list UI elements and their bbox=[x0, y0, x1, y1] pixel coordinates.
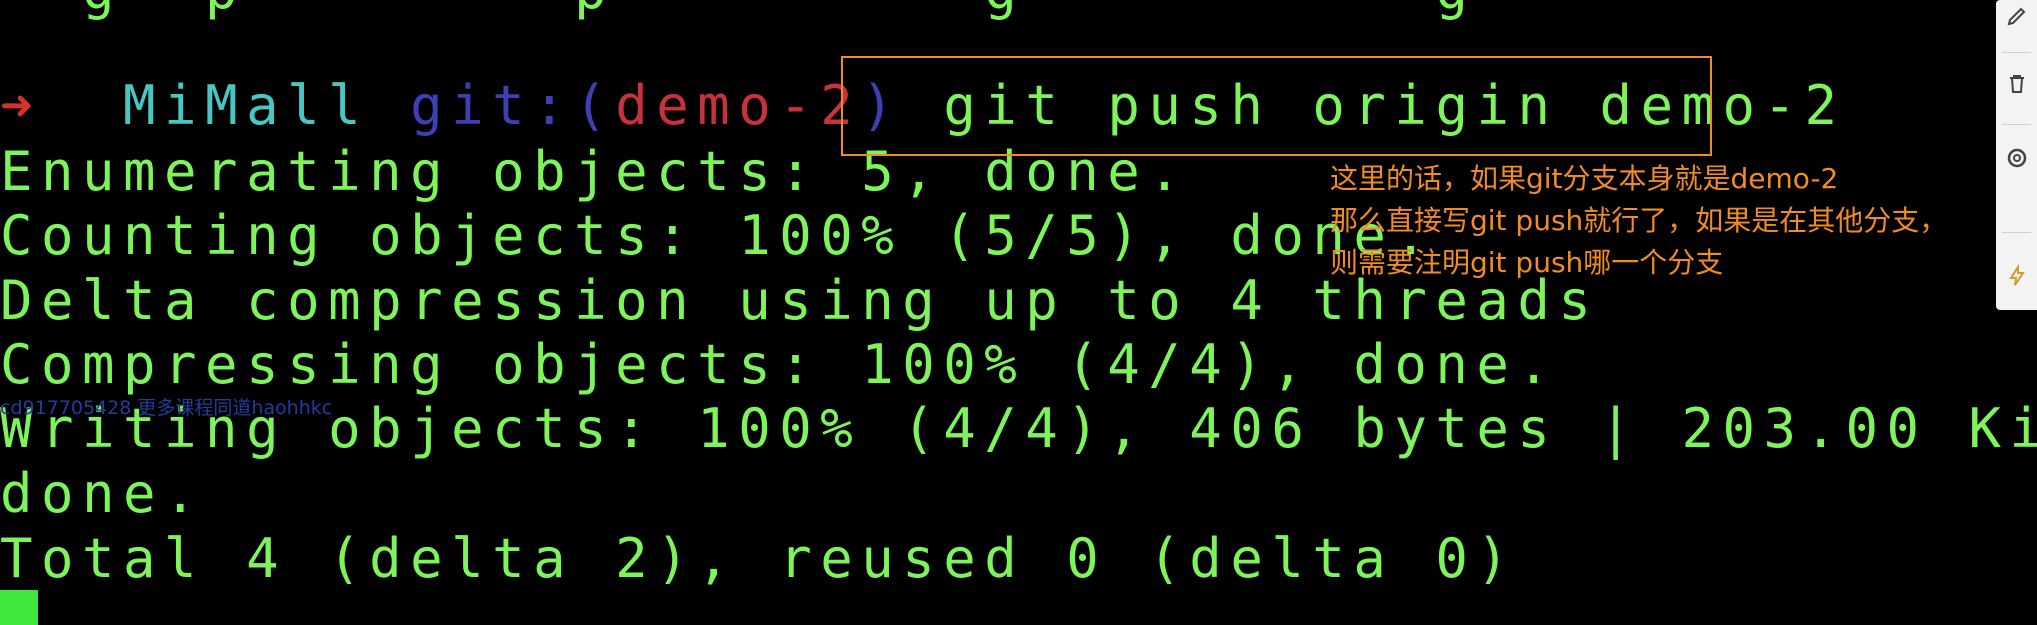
watermark: cd917705428 更多课程同道haohhkc bbox=[0, 397, 333, 419]
prompt-arrow-icon: ➜ bbox=[0, 74, 42, 137]
bolt-icon[interactable] bbox=[2003, 262, 2031, 290]
toolbar-divider bbox=[2002, 124, 2031, 125]
prompt-branch: demo-2 bbox=[615, 74, 862, 137]
prompt-directory: MiMall bbox=[123, 74, 370, 137]
annotation-line: 那么直接写git push就行了，如果是在其他分支， bbox=[1330, 204, 1948, 237]
annotation-note: 这里的话，如果git分支本身就是demo-2 那么直接写git push就行了，… bbox=[1330, 158, 1947, 284]
terminal-screen: g p p g g ➜ MiMall git:(demo-2) git push… bbox=[0, 0, 2037, 625]
output-line: Total 4 (delta 2), reused 0 (delta 0) bbox=[0, 527, 1518, 590]
edit-icon[interactable] bbox=[2003, 2, 2031, 30]
output-line: done. bbox=[0, 462, 206, 525]
annotation-line: 这里的话，如果git分支本身就是demo-2 bbox=[1330, 162, 1839, 195]
output-line: Compressing objects: 100% (4/4), done. bbox=[0, 333, 1559, 396]
prompt-open-paren: ( bbox=[574, 74, 616, 137]
output-line: Counting objects: 100% (5/5), done. bbox=[0, 204, 1436, 267]
annotation-line: 则需要注明git push哪一个分支 bbox=[1330, 246, 1724, 279]
partial-output-line: g p p g g bbox=[0, 0, 1476, 22]
prompt-git-label: git: bbox=[410, 74, 575, 137]
terminal-cursor bbox=[0, 590, 38, 625]
toolbar-divider bbox=[2002, 52, 2031, 53]
toolbar-divider bbox=[2002, 232, 2031, 233]
settings-icon[interactable] bbox=[2003, 144, 2031, 172]
side-toolbar bbox=[1996, 0, 2037, 310]
delete-icon[interactable] bbox=[2003, 70, 2031, 98]
command-highlight-box bbox=[841, 56, 1712, 156]
